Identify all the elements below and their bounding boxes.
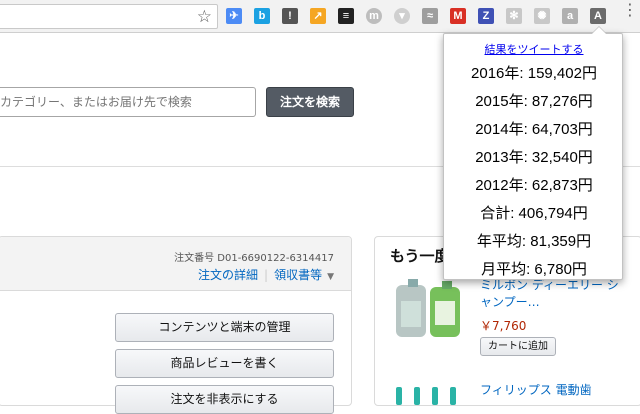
yearly-average: 年平均: 81,359円	[476, 233, 592, 250]
a-extension-icon[interactable]: a	[562, 8, 578, 24]
atom-extension-icon[interactable]: ✺	[534, 8, 550, 24]
yearly-total-2015: 2015年: 87,276円	[475, 93, 593, 110]
z-extension-icon[interactable]: Z	[478, 8, 494, 24]
yearly-total-2013: 2013年: 32,540円	[475, 149, 593, 166]
product2-title-link[interactable]: フィリップス 電動歯	[480, 381, 592, 398]
tweet-results-link[interactable]: 結果をツイートする	[444, 41, 624, 57]
m-extension-icon[interactable]: m	[366, 8, 382, 24]
layers-extension-icon[interactable]: ≡	[338, 8, 354, 24]
order-detail-link[interactable]: 注文の詳細	[198, 268, 258, 282]
shampoo-product-image[interactable]	[390, 275, 470, 339]
browser-menu-icon[interactable]: ⋮	[622, 2, 638, 18]
yearly-total-2016: 2016年: 159,402円	[471, 65, 597, 82]
active-a-extension-icon[interactable]: A	[590, 8, 606, 24]
order-number: 注文番号 D01-6690122-6314417	[174, 253, 334, 264]
order-links: 注文の詳細 | 領収書等 ▼	[198, 266, 334, 283]
order-card: 注文番号 D01-6690122-6314417 注文の詳細 | 領収書等 ▼ コンテ…	[0, 236, 352, 414]
down-arrow-extension-icon[interactable]: ▾	[394, 8, 410, 24]
order-search-button[interactable]: 注文を検索	[266, 87, 354, 117]
grand-total: 合計: 406,794円	[480, 205, 588, 222]
monthly-average: 月平均: 6,780円	[481, 261, 587, 278]
product-price: ￥7,760	[480, 319, 527, 333]
browser-toolbar: ☆ ✈ b ! ↗ ≡ m ▾ ≈ M Z ✻ ✺ a A ⋮	[0, 0, 640, 33]
order-search-input[interactable]: カテゴリー、またはお届け先で検索	[0, 87, 256, 117]
add-to-cart-button[interactable]: カートに追加	[480, 337, 556, 356]
address-bar[interactable]: ☆	[0, 4, 218, 29]
gear-extension-icon[interactable]: ✻	[506, 8, 522, 24]
link-separator: |	[264, 268, 269, 282]
yearly-total-2014: 2014年: 64,703円	[475, 121, 593, 138]
toothbrush-product-image[interactable]	[390, 381, 470, 405]
chart-extension-icon[interactable]: ↗	[310, 8, 326, 24]
write-review-button[interactable]: 商品レビューを書く	[115, 349, 334, 378]
chevron-down-icon[interactable]: ▼	[327, 272, 334, 282]
receipt-link[interactable]: 領収書等	[274, 268, 322, 282]
feed-extension-icon[interactable]: ≈	[422, 8, 438, 24]
extension-popup: 結果をツイートする 2016年: 159,402円 2015年: 87,276円…	[443, 26, 624, 280]
circle-extension-icon[interactable]: !	[282, 8, 298, 24]
product-title-link[interactable]: ミルボン ディーエリー シャンプー…	[480, 277, 630, 311]
manage-content-button[interactable]: コンテンツと端末の管理	[115, 313, 334, 342]
popup-arrow	[591, 26, 607, 34]
bookmark-star-icon[interactable]: ☆	[197, 6, 212, 28]
order-card-header: 注文番号 D01-6690122-6314417 注文の詳細 | 領収書等 ▼	[0, 237, 351, 291]
yearly-total-2012: 2012年: 62,873円	[475, 177, 593, 194]
pushpin-extension-icon[interactable]: ✈	[226, 8, 242, 24]
gmail-extension-icon[interactable]: M	[450, 8, 466, 24]
b-extension-icon[interactable]: b	[254, 8, 270, 24]
